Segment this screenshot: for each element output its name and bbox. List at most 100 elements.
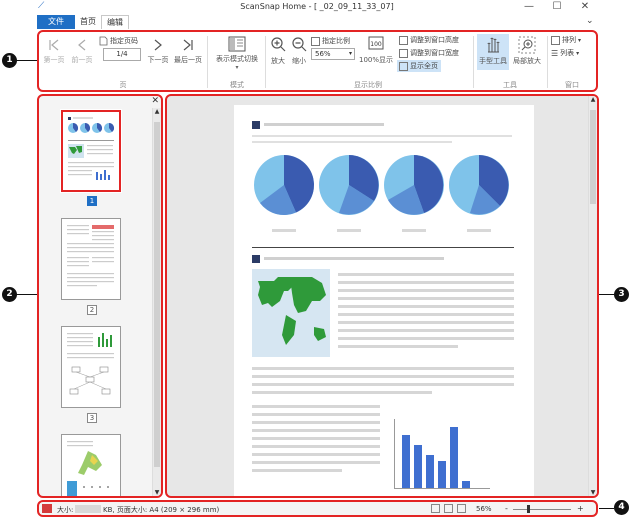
thumbnail-page-4[interactable] bbox=[61, 434, 121, 496]
callout-line bbox=[599, 508, 614, 509]
page-content bbox=[252, 121, 514, 489]
window-group-label: 窗口 bbox=[565, 81, 579, 89]
zoom-out-button[interactable]: 缩小 bbox=[289, 36, 309, 66]
display-mode-icon bbox=[228, 36, 246, 52]
group-divider bbox=[473, 36, 474, 88]
close-button[interactable]: ✕ bbox=[574, 1, 596, 13]
status-bar: 大小: KB, 页面大小: A4 (209 × 296 mm) 56% - + bbox=[37, 500, 598, 517]
document-view[interactable]: ▲ ▼ bbox=[165, 94, 599, 498]
next-page-button[interactable]: 下一页 bbox=[145, 38, 171, 65]
last-page-icon bbox=[183, 39, 193, 51]
list-icon: ☰ bbox=[551, 48, 559, 58]
ratio-icon bbox=[311, 36, 320, 46]
chevron-down-icon: ▾ bbox=[348, 50, 352, 57]
tab-file[interactable]: 文件 bbox=[37, 15, 75, 29]
thumbnail-preview bbox=[67, 441, 109, 496]
first-page-button[interactable]: 第一页 bbox=[41, 38, 67, 65]
ribbon: 第一页 前一页 指定页码 1/4 下一页 最后一页 页 表示模式切换 ▾ 模式 … bbox=[37, 30, 598, 92]
pie-chart-4 bbox=[449, 155, 509, 215]
whole-page-icon bbox=[399, 61, 408, 71]
document-page bbox=[234, 105, 534, 496]
status-zoom-value: 56% bbox=[476, 505, 492, 513]
list-button[interactable]: ☰ 列表 ▾ bbox=[551, 48, 579, 58]
local-zoom-button[interactable]: 局部放大 bbox=[511, 34, 543, 66]
callout-2: 2 bbox=[2, 287, 17, 302]
thumbnail-page-3[interactable] bbox=[61, 326, 121, 408]
maximize-button[interactable]: ☐ bbox=[546, 1, 568, 13]
specify-page-label: 指定页码 bbox=[110, 37, 138, 45]
hundred-percent-button[interactable]: 100 100%显示 bbox=[359, 36, 393, 65]
zoom-in-button[interactable]: 放大 bbox=[268, 36, 288, 66]
callout-line bbox=[15, 60, 37, 61]
hundred-percent-label: 100%显示 bbox=[359, 56, 394, 64]
last-page-button[interactable]: 最后一页 bbox=[171, 38, 205, 65]
hand-tool-button[interactable]: 手型工具 bbox=[477, 34, 509, 70]
zoom-group-label: 显示比例 bbox=[354, 81, 382, 89]
display-mode-label: 表示模式切换 bbox=[216, 55, 258, 63]
specify-ratio-label: 指定比例 bbox=[322, 37, 350, 45]
hundred-percent-icon: 100 bbox=[368, 36, 384, 50]
window-title: ScanSnap Home - [ _02_09_11_33_07] bbox=[240, 2, 394, 11]
scroll-down-icon[interactable]: ▼ bbox=[153, 489, 161, 496]
callout-1: 1 bbox=[2, 53, 17, 68]
prev-page-button[interactable]: 前一页 bbox=[69, 38, 95, 65]
page-doc-icon bbox=[99, 36, 108, 46]
zoom-out-icon bbox=[292, 37, 307, 52]
arrange-label: 排列 bbox=[562, 36, 576, 44]
thumbnail-preview bbox=[68, 117, 114, 180]
group-divider bbox=[207, 36, 208, 88]
fit-height-button[interactable]: 调整到窗口高度 bbox=[399, 35, 459, 45]
first-page-icon bbox=[49, 39, 59, 51]
zoom-slider-handle[interactable] bbox=[527, 505, 530, 513]
specify-page-button[interactable]: 指定页码 bbox=[99, 36, 138, 46]
last-page-label: 最后一页 bbox=[174, 56, 202, 64]
scroll-down-icon[interactable]: ▼ bbox=[589, 489, 597, 496]
close-panel-icon[interactable]: ✕ bbox=[151, 96, 159, 106]
prev-page-icon bbox=[78, 39, 86, 51]
zoom-in-small-icon[interactable]: + bbox=[577, 504, 584, 513]
continuous-view-icon[interactable] bbox=[444, 504, 453, 513]
file-size-label: 大小: bbox=[57, 506, 74, 514]
pie-chart-2 bbox=[319, 155, 379, 215]
zoom-out-small-icon[interactable]: - bbox=[505, 504, 508, 513]
fit-height-icon bbox=[399, 35, 408, 45]
next-page-label: 下一页 bbox=[147, 56, 169, 64]
thumbnail-page-2[interactable] bbox=[61, 218, 121, 300]
callout-line bbox=[599, 294, 614, 295]
zoom-slider-track[interactable] bbox=[513, 509, 571, 510]
bar-chart-image bbox=[394, 419, 490, 489]
thumbnail-number: 1 bbox=[87, 196, 97, 206]
document-scrollbar[interactable]: ▲ ▼ bbox=[588, 96, 597, 496]
group-divider bbox=[547, 36, 548, 88]
thumbnail-page-1[interactable] bbox=[61, 110, 121, 192]
ribbon-collapse-icon[interactable]: ⌄ bbox=[586, 16, 594, 26]
display-mode-switch-button[interactable]: 表示模式切换 ▾ bbox=[211, 36, 263, 71]
whole-page-button[interactable]: 显示全页 bbox=[397, 60, 441, 72]
fit-width-label: 调整到窗口宽度 bbox=[410, 49, 459, 57]
zoom-in-label: 放大 bbox=[271, 57, 285, 65]
scroll-up-icon[interactable]: ▲ bbox=[589, 96, 597, 103]
fit-width-icon bbox=[399, 48, 408, 58]
tab-home[interactable]: 首页 bbox=[77, 15, 99, 29]
thumbnail-scrollbar[interactable]: ▲ ▼ bbox=[152, 108, 161, 496]
two-page-view-icon[interactable] bbox=[457, 504, 466, 513]
specify-ratio-button[interactable]: 指定比例 bbox=[311, 36, 350, 46]
arrange-button[interactable]: 排列 ▾ bbox=[551, 35, 581, 45]
hand-tool-label: 手型工具 bbox=[479, 57, 507, 65]
page-number-input[interactable]: 1/4 bbox=[103, 48, 141, 61]
hand-icon bbox=[487, 37, 500, 53]
callout-4: 4 bbox=[614, 500, 629, 515]
zoom-ratio-select[interactable]: 56% ▾ bbox=[311, 48, 355, 60]
single-page-view-icon[interactable] bbox=[431, 504, 440, 513]
scroll-thumb[interactable] bbox=[154, 122, 160, 467]
zoom-in-icon bbox=[271, 37, 286, 52]
dropdown-arrow-icon: ▾ bbox=[235, 64, 239, 71]
thumbnail-preview bbox=[67, 333, 114, 395]
thumbnail-number: 3 bbox=[87, 413, 97, 423]
scroll-thumb[interactable] bbox=[590, 110, 596, 204]
minimize-button[interactable]: — bbox=[518, 1, 540, 13]
thumbnail-panel: ✕ ▲ ▼ 1 2 3 bbox=[37, 94, 163, 498]
scroll-up-icon[interactable]: ▲ bbox=[153, 108, 161, 115]
tab-edit[interactable]: 编辑 bbox=[101, 15, 129, 29]
fit-width-button[interactable]: 调整到窗口宽度 bbox=[399, 48, 459, 58]
